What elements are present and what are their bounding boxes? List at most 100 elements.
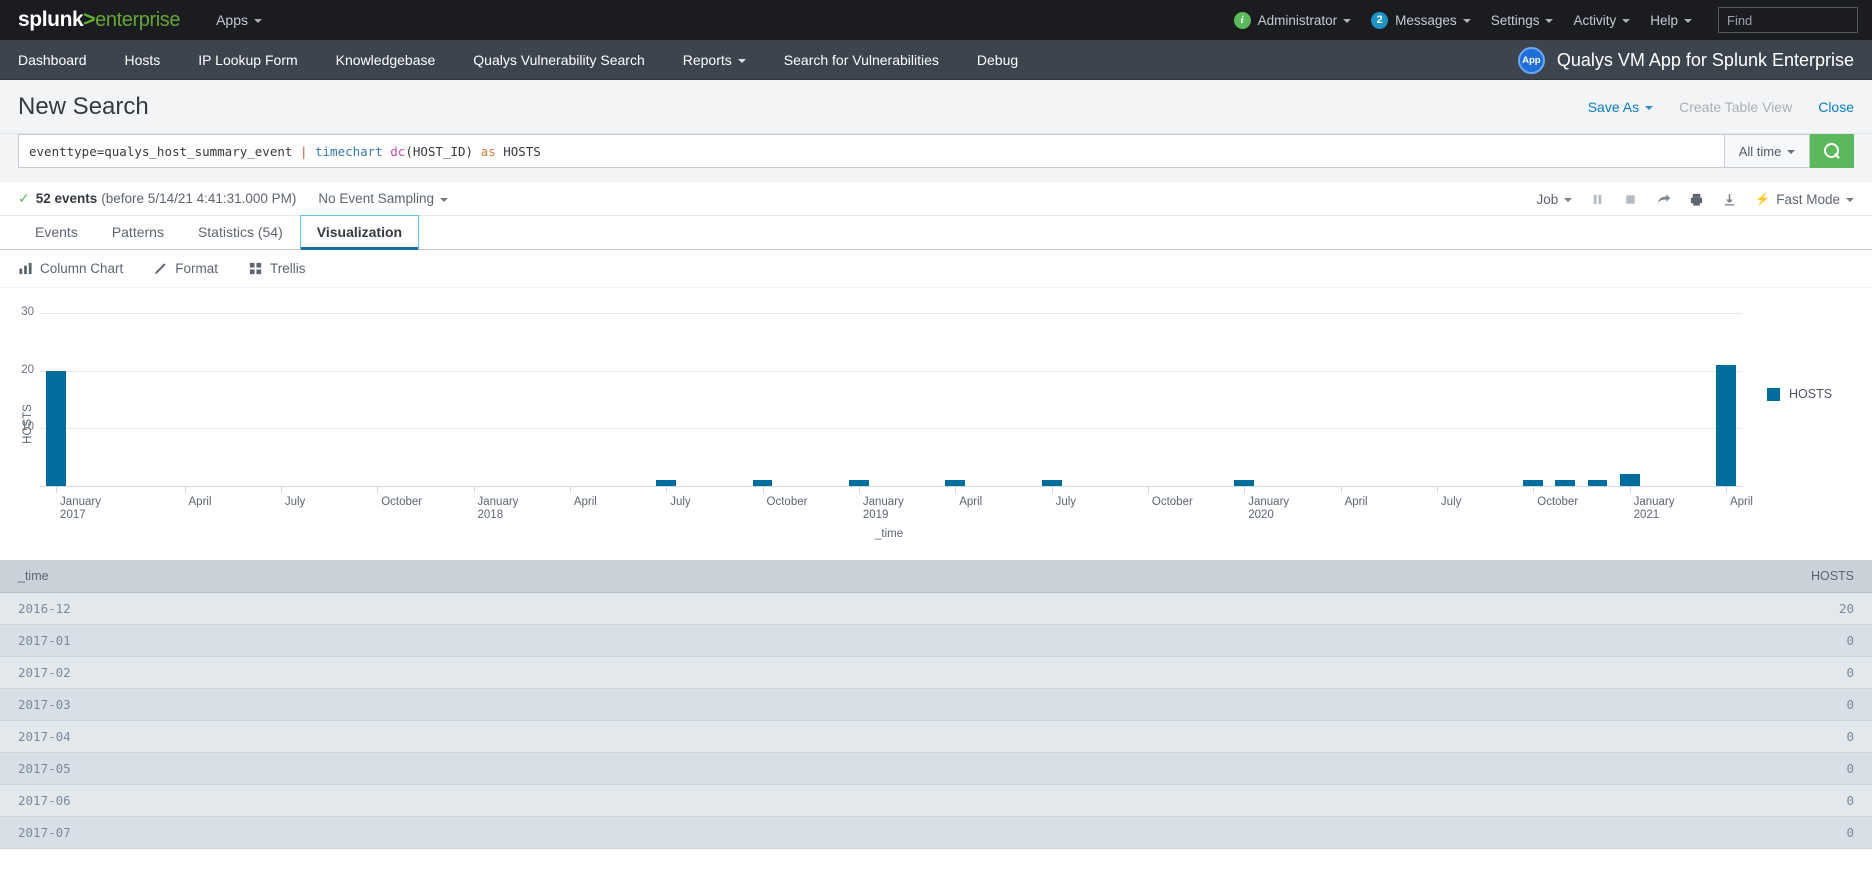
app-nav-item-search-for-vulnerabilities[interactable]: Search for Vulnerabilities (765, 40, 958, 80)
app-nav-item-debug[interactable]: Debug (958, 40, 1037, 80)
table-cell-time[interactable]: 2017-07 (0, 817, 990, 849)
tab-events[interactable]: Events (18, 215, 95, 249)
chart-type-picker[interactable]: Column Chart (18, 261, 123, 276)
query-function-arg-token: (HOST_ID) (405, 144, 473, 159)
search-mode-label: Fast Mode (1776, 192, 1840, 207)
app-nav-item-label: Hosts (125, 40, 161, 80)
chart-bar[interactable] (1555, 480, 1575, 486)
table-cell-time[interactable]: 2017-03 (0, 689, 990, 721)
table-cell-time[interactable]: 2016-12 (0, 593, 990, 625)
help-menu[interactable]: Help (1650, 13, 1692, 28)
search-mode-menu[interactable]: ⚡ Fast Mode (1755, 192, 1854, 207)
x-axis-tick-label: July (1441, 496, 1461, 509)
pencil-icon (153, 261, 168, 276)
x-axis-tick-label: January2021 (1634, 496, 1675, 522)
app-nav-item-knowledgebase[interactable]: Knowledgebase (317, 40, 455, 80)
tab-statistics[interactable]: Statistics (54) (181, 215, 300, 249)
column-header-HOSTS[interactable]: HOSTS (990, 560, 1872, 593)
splunk-logo[interactable]: splunk>enterprise (18, 8, 180, 32)
chart-bar[interactable] (1523, 480, 1543, 486)
statistics-table: _timeHOSTS 2016-12202017-0102017-0202017… (0, 560, 1872, 849)
table-cell-HOSTS[interactable]: 0 (990, 753, 1872, 785)
activity-menu[interactable]: Activity (1573, 13, 1630, 28)
x-axis-tick-label: July (285, 496, 305, 509)
run-search-button[interactable] (1810, 134, 1854, 168)
find-input[interactable] (1727, 13, 1872, 28)
chart-bar[interactable] (753, 480, 773, 486)
table-cell-HOSTS[interactable]: 0 (990, 721, 1872, 753)
chart-bar[interactable] (1042, 480, 1062, 486)
chart-bar[interactable] (1716, 365, 1736, 486)
column-header-time[interactable]: _time (0, 560, 990, 593)
page-title: New Search (18, 93, 149, 121)
app-nav-item-label: Reports (683, 40, 732, 80)
chart-bar[interactable] (945, 480, 965, 486)
table-cell-HOSTS[interactable]: 0 (990, 657, 1872, 689)
event-count-suffix: (before 5/14/21 4:41:31.000 PM) (101, 191, 296, 206)
export-button[interactable] (1722, 192, 1737, 207)
x-axis-tick-mark (1052, 487, 1053, 493)
x-axis-tick-label: July (1056, 496, 1076, 509)
logo-enterprise-text: enterprise (95, 9, 180, 32)
table-cell-HOSTS[interactable]: 0 (990, 785, 1872, 817)
tab-patterns[interactable]: Patterns (95, 215, 181, 249)
search-input[interactable]: eventtype=qualys_host_summary_event | ti… (18, 134, 1724, 168)
share-button[interactable] (1656, 192, 1671, 207)
app-nav-item-hosts[interactable]: Hosts (106, 40, 180, 80)
legend-label[interactable]: HOSTS (1789, 387, 1832, 401)
time-range-picker[interactable]: All time (1724, 134, 1810, 168)
chevron-down-icon (1645, 106, 1653, 110)
query-command-token: timechart (315, 144, 383, 159)
app-nav-item-qualys-vulnerability-search[interactable]: Qualys Vulnerability Search (454, 40, 663, 80)
check-icon: ✓ (18, 190, 30, 207)
chart-bar[interactable] (1234, 480, 1254, 486)
help-menu-label: Help (1650, 13, 1678, 28)
print-button[interactable] (1689, 192, 1704, 207)
trellis-label: Trellis (270, 261, 306, 276)
x-axis-tick-label: October (1537, 496, 1578, 509)
chart-bar[interactable] (1588, 480, 1608, 486)
trellis-button[interactable]: Trellis (248, 261, 306, 276)
settings-menu[interactable]: Settings (1491, 13, 1554, 28)
x-axis-tick-label: October (1152, 496, 1193, 509)
chart-plot-area: HOSTS 102030January2017AprilJulyOctoberJ… (0, 288, 1872, 560)
table-cell-time[interactable]: 2017-01 (0, 625, 990, 657)
user-menu[interactable]: i Administrator (1234, 12, 1352, 29)
table-cell-HOSTS[interactable]: 0 (990, 689, 1872, 721)
x-axis-tick-label: April (1345, 496, 1368, 509)
y-axis-tick-label: 30 (2, 306, 34, 318)
table-cell-time[interactable]: 2017-06 (0, 785, 990, 817)
table-cell-time[interactable]: 2017-04 (0, 721, 990, 753)
table-cell-time[interactable]: 2017-05 (0, 753, 990, 785)
x-axis-tick-mark (1244, 487, 1245, 493)
app-nav-item-ip-lookup-form[interactable]: IP Lookup Form (179, 40, 316, 80)
app-nav-item-reports[interactable]: Reports (664, 40, 765, 80)
job-menu[interactable]: Job (1536, 192, 1572, 207)
chart-bar[interactable] (656, 480, 676, 486)
table-cell-time[interactable]: 2017-02 (0, 657, 990, 689)
app-nav-item-dashboard[interactable]: Dashboard (0, 40, 106, 80)
table-cell-HOSTS[interactable]: 0 (990, 625, 1872, 657)
y-axis-tick-label: 10 (2, 421, 34, 433)
messages-menu[interactable]: 2 Messages (1371, 12, 1471, 29)
save-as-button[interactable]: Save As (1588, 99, 1653, 115)
apps-menu[interactable]: Apps (216, 12, 262, 28)
tab-visualization[interactable]: Visualization (300, 215, 419, 249)
y-gridline (40, 428, 1742, 429)
x-axis-tick-mark (955, 487, 956, 493)
global-top-bar: splunk>enterprise Apps i Administrator 2… (0, 0, 1872, 40)
table-cell-HOSTS[interactable]: 20 (990, 593, 1872, 625)
chart-bar[interactable] (1620, 474, 1640, 486)
chart-bar[interactable] (46, 371, 66, 486)
close-button[interactable]: Close (1818, 99, 1854, 115)
chart-bar[interactable] (849, 480, 869, 486)
x-axis-tick-mark (1148, 487, 1149, 493)
messages-menu-label: Messages (1395, 13, 1457, 28)
table-cell-HOSTS[interactable]: 0 (990, 817, 1872, 849)
format-button[interactable]: Format (153, 261, 218, 276)
chevron-down-icon (1564, 198, 1572, 202)
pause-button[interactable] (1590, 192, 1605, 207)
find-box[interactable] (1718, 7, 1858, 33)
event-sampling-menu[interactable]: No Event Sampling (318, 191, 448, 206)
stop-button[interactable] (1623, 192, 1638, 207)
